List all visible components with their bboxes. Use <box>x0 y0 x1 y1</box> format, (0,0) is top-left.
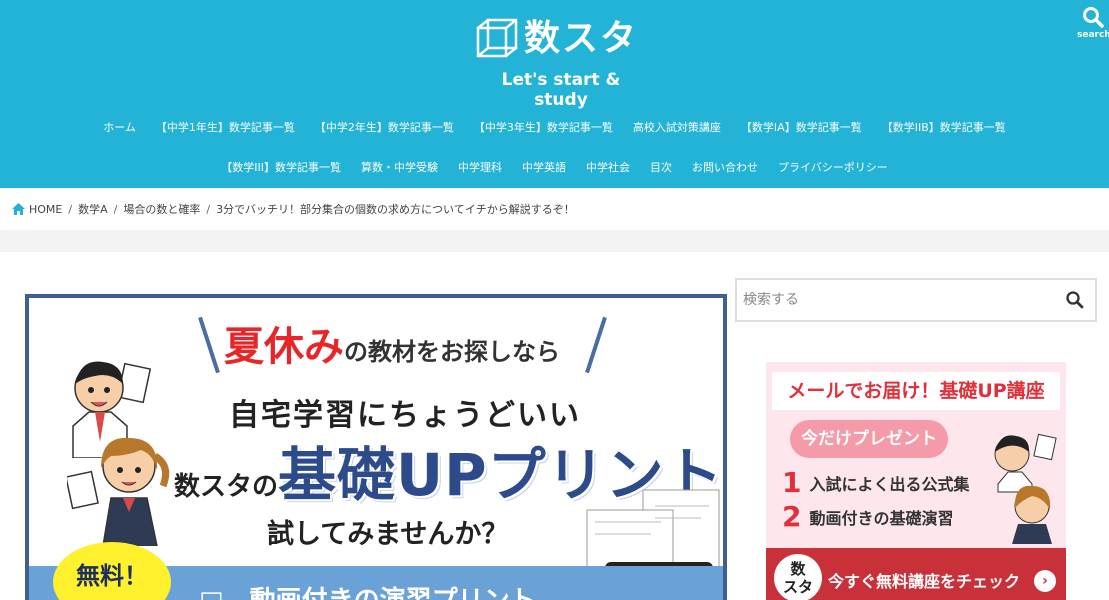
course-benefit-item: 2 動画付きの基礎演習 <box>782 500 954 533</box>
nav-item[interactable]: 【数学IA】数学記事一覧 <box>731 120 872 136</box>
header-search-button[interactable]: search <box>1077 6 1109 40</box>
global-nav-row-2: 【数学III】数学記事一覧 算数・中学受験 中学理科 中学英語 中学社会 目次 … <box>0 160 1109 176</box>
breadcrumb: HOME / 数学A / 場合の数と確率 / 3分でバッチリ！部分集合の個数の求… <box>0 188 1109 230</box>
nav-item[interactable]: プライバシーポリシー <box>768 160 898 176</box>
featured-banner[interactable]: 夏休みの教材をお探しなら 自宅学習にちょうどいい 数スタの基礎UPプリント 試し… <box>25 294 727 600</box>
benefit-number: 1 <box>782 466 802 499</box>
sidebar-characters-illustration <box>994 433 1057 544</box>
course-benefit-item: 1 入試によく出る公式集 <box>782 466 970 499</box>
nav-item[interactable]: 目次 <box>640 160 682 176</box>
global-nav-row-1: ホーム 【中学1年生】数学記事一覧 【中学2年生】数学記事一覧 【中学3年生】数… <box>0 120 1109 136</box>
site-logo[interactable]: 数スタ <box>476 18 638 60</box>
nav-item[interactable]: 【中学3年生】数学記事一覧 <box>464 120 623 136</box>
sidebar-course-banner[interactable]: メールでお届け！基礎UP講座 今だけプレゼント 1 入試によく出る公式集 2 動… <box>766 362 1066 600</box>
nav-item[interactable]: 中学理科 <box>448 160 512 176</box>
banner-feature-text: □ 動画付きの演習プリント <box>199 580 536 600</box>
nav-item[interactable]: 中学社会 <box>576 160 640 176</box>
search-label: search <box>1077 30 1109 40</box>
breadcrumb-separator: / <box>68 202 73 216</box>
benefit-text: 入試によく出る公式集 <box>809 474 970 494</box>
breadcrumb-separator: / <box>113 202 118 216</box>
badge-logo-line1: 数 <box>790 560 806 578</box>
nav-item[interactable]: ホーム <box>93 120 146 136</box>
cube-logo-icon <box>476 18 518 58</box>
nav-item[interactable]: 【数学IIB】数学記事一覧 <box>872 120 1016 136</box>
sumsta-badge-logo: 数 スタ <box>774 554 822 600</box>
benefit-number: 2 <box>782 500 802 533</box>
site-title: 数スタ <box>524 18 639 59</box>
decor-slash-right <box>585 316 607 374</box>
site-tagline: Let's start & study <box>501 70 621 110</box>
nav-item[interactable]: 算数・中学受験 <box>351 160 448 176</box>
banner-highlight: 夏休み <box>224 324 344 370</box>
course-banner-heading: メールでお届け！基礎UP講座 <box>772 372 1060 410</box>
nav-item[interactable]: 【数学III】数学記事一覧 <box>211 160 351 176</box>
student-character-illustration <box>67 437 170 546</box>
nav-item[interactable]: 中学英語 <box>512 160 576 176</box>
banner-question: 試してみませんか？ <box>267 519 509 550</box>
breadcrumb-current: 3分でバッチリ！部分集合の個数の求め方についてイチから解説するぞ！ <box>216 203 575 216</box>
badge-logo-line2: スタ <box>782 578 813 596</box>
nav-item[interactable]: 高校入試対策講座 <box>623 120 731 136</box>
free-badge: 無料！ <box>53 542 171 600</box>
benefit-text: 動画付きの基礎演習 <box>809 508 954 528</box>
content-divider <box>0 230 1109 252</box>
breadcrumb-home[interactable]: HOME <box>29 203 62 216</box>
search-icon <box>1083 7 1104 28</box>
breadcrumb-item[interactable]: 数学A <box>78 201 108 217</box>
search-input[interactable] <box>743 292 1065 308</box>
decor-slash-left <box>198 316 220 374</box>
banner-product-prefix: 数スタの <box>174 472 279 502</box>
nav-item[interactable]: 【中学2年生】数学記事一覧 <box>305 120 464 136</box>
present-pill: 今だけプレゼント <box>790 420 948 458</box>
breadcrumb-separator: / <box>206 202 211 216</box>
search-submit-icon[interactable] <box>1065 290 1085 310</box>
course-cta-text[interactable]: 今すぐ無料講座をチェック <box>828 568 1020 592</box>
nav-item[interactable]: お問い合わせ <box>682 160 768 176</box>
home-icon <box>12 203 25 215</box>
chevron-right-icon[interactable]: › <box>1034 570 1056 592</box>
banner-headline: 夏休みの教材をお探しなら <box>224 314 560 372</box>
sidebar-search <box>735 278 1097 322</box>
banner-headline-rest: の教材をお探しなら <box>344 338 560 366</box>
breadcrumb-item[interactable]: 場合の数と確率 <box>123 201 200 217</box>
site-header: 数スタ Let's start & study search ホーム 【中学1年… <box>0 0 1109 188</box>
nav-item[interactable]: 【中学1年生】数学記事一覧 <box>146 120 305 136</box>
